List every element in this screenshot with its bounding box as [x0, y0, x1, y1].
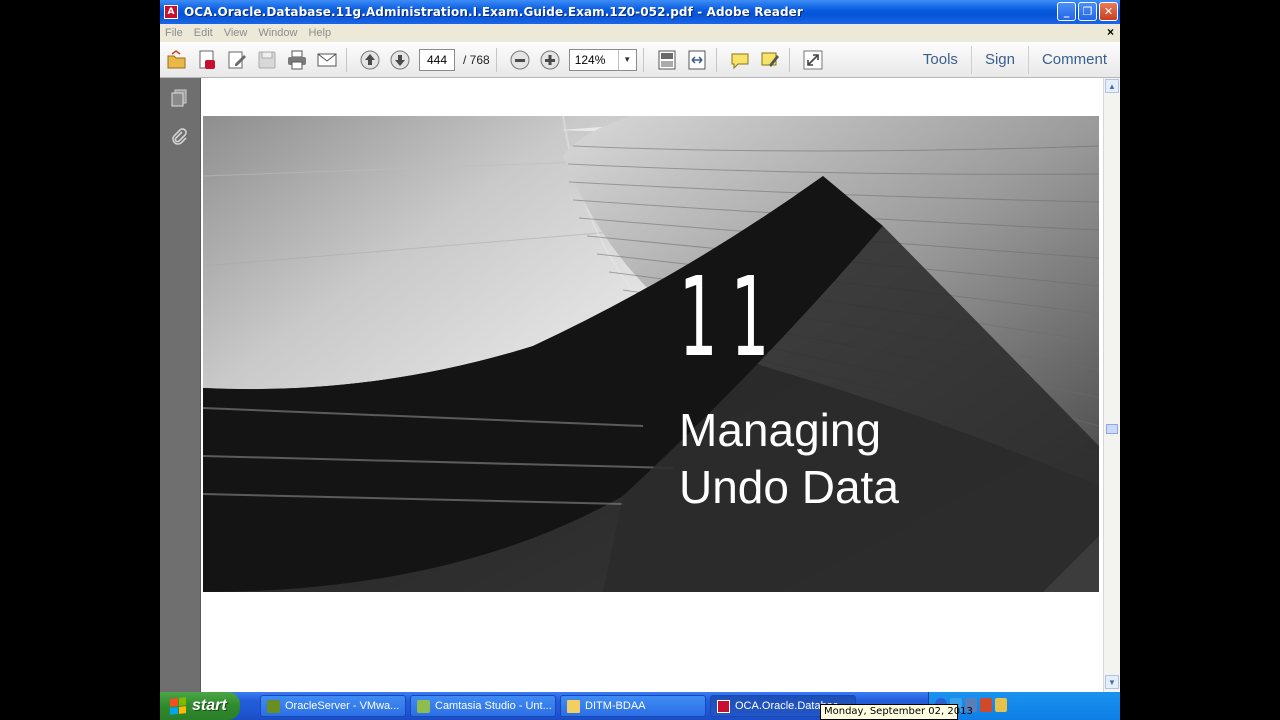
scroll-down-icon[interactable]: ▼	[1105, 675, 1119, 689]
zoom-select[interactable]: 124% ▼	[568, 48, 637, 71]
architecture-photo	[203, 116, 1099, 592]
menu-bar: File Edit View Window Help ×	[160, 24, 1120, 42]
chapter-number: 11	[679, 253, 783, 381]
toolbar-separator	[715, 47, 717, 72]
start-label: start	[192, 697, 227, 714]
open-button[interactable]	[164, 47, 190, 73]
windows-logo-icon	[170, 697, 186, 715]
volume-icon[interactable]	[995, 698, 1007, 712]
taskbar-item-camtasia[interactable]: Camtasia Studio - Unt...	[410, 695, 556, 717]
taskbar-item-label: DITM-BDAA	[585, 700, 646, 712]
pages-icon	[171, 89, 187, 107]
printer-icon	[288, 50, 306, 69]
create-pdf-icon	[199, 50, 215, 69]
save-button[interactable]	[254, 47, 280, 73]
chapter-cover-image: 11 Managing Undo Data	[203, 116, 1099, 592]
restore-button[interactable]: ❐	[1078, 2, 1097, 21]
save-disk-icon	[258, 51, 276, 68]
scroll-up-icon[interactable]: ▲	[1105, 79, 1119, 93]
chapter-title-line-2: Undo Data	[679, 461, 899, 513]
page-number-input[interactable]: 444	[419, 48, 455, 71]
close-button[interactable]: ✕	[1099, 2, 1118, 21]
task-pane-links: Tools Sign Comment	[910, 42, 1120, 78]
datetime-tooltip: Monday, September 02, 2013	[820, 704, 973, 720]
taskbar-item-label: Camtasia Studio - Unt...	[435, 700, 552, 712]
sticky-note-button[interactable]	[727, 47, 753, 73]
create-pdf-button[interactable]	[194, 47, 220, 73]
full-screen-button[interactable]	[800, 47, 826, 73]
minimize-button[interactable]: _	[1057, 2, 1076, 21]
zoom-out-button[interactable]	[507, 47, 533, 73]
chapter-title: Managing Undo Data	[679, 402, 899, 516]
attachments-button[interactable]	[168, 126, 190, 148]
highlighter-icon	[761, 52, 779, 67]
document-view[interactable]: 11 Managing Undo Data	[201, 78, 1103, 692]
minus-circle-icon	[510, 50, 530, 69]
menu-view[interactable]: View	[219, 27, 254, 39]
plus-circle-icon	[540, 50, 560, 69]
toolbar-separator	[495, 47, 497, 72]
pdf-page: 11 Managing Undo Data	[201, 78, 1099, 692]
page-thumbnails-button[interactable]	[168, 87, 190, 109]
comment-bubble-icon	[731, 53, 749, 69]
page-total: / 768	[463, 52, 490, 67]
menu-edit[interactable]: Edit	[189, 27, 219, 39]
open-folder-icon	[167, 49, 186, 68]
fit-page-button[interactable]	[654, 47, 680, 73]
toolbar-separator	[346, 47, 347, 72]
print-button[interactable]	[284, 47, 310, 73]
toolbar: 444 / 768 124% ▼ Tools Sign Comment	[160, 42, 1120, 78]
vmware-icon	[267, 699, 280, 713]
pdf-icon: A	[164, 5, 178, 19]
window-title: OCA.Oracle.Database.11g.Administration.I…	[184, 5, 803, 19]
chevron-down-icon[interactable]: ▼	[617, 49, 636, 70]
screen: A OCA.Oracle.Database.11g.Administration…	[160, 0, 1120, 720]
taskbar-item-label: OracleServer - VMwa...	[285, 700, 400, 712]
vertical-scrollbar[interactable]: ▲ ▼	[1103, 78, 1120, 692]
start-button[interactable]: start	[160, 692, 240, 720]
scroll-thumb[interactable]	[1106, 424, 1118, 434]
comment-link[interactable]: Comment	[1027, 46, 1120, 74]
edit-document-icon	[228, 51, 246, 68]
toolbar-separator	[788, 47, 790, 72]
fit-width-button[interactable]	[684, 47, 710, 73]
taskbar: start OracleServer - VMwa... Camtasia St…	[160, 692, 1120, 720]
arrow-down-circle-icon	[390, 50, 410, 69]
fit-width-icon	[688, 50, 706, 69]
envelope-icon	[317, 53, 337, 66]
window-controls: _ ❐ ✕	[1057, 2, 1118, 21]
title-bar[interactable]: A OCA.Oracle.Database.11g.Administration…	[160, 0, 1120, 24]
paperclip-icon	[172, 128, 187, 145]
camtasia-icon	[417, 699, 430, 713]
edit-button[interactable]	[224, 47, 250, 73]
pdf-icon	[717, 699, 730, 713]
zoom-value: 124%	[574, 52, 606, 67]
menu-file[interactable]: File	[160, 27, 189, 39]
fit-page-icon	[658, 50, 676, 69]
toolbar-separator	[642, 47, 644, 72]
menu-window[interactable]: Window	[253, 27, 303, 39]
expand-arrows-icon	[803, 50, 823, 69]
chapter-title-line-1: Managing	[679, 404, 882, 456]
security-icon[interactable]	[980, 698, 992, 712]
taskbar-item-ditm-bdaa[interactable]: DITM-BDAA	[560, 695, 706, 717]
taskbar-item-oracleserver[interactable]: OracleServer - VMwa...	[260, 695, 406, 717]
zoom-in-button[interactable]	[537, 47, 563, 73]
arrow-up-circle-icon	[360, 50, 380, 69]
previous-page-button[interactable]	[357, 47, 383, 73]
highlight-button[interactable]	[757, 47, 783, 73]
tools-link[interactable]: Tools	[910, 46, 971, 74]
sign-link[interactable]: Sign	[970, 46, 1028, 74]
close-document-icon[interactable]: ×	[1107, 25, 1114, 39]
folder-icon	[567, 699, 580, 713]
next-page-button[interactable]	[387, 47, 413, 73]
email-button[interactable]	[314, 47, 340, 73]
menu-help[interactable]: Help	[303, 27, 337, 39]
navigation-pane	[160, 78, 201, 692]
